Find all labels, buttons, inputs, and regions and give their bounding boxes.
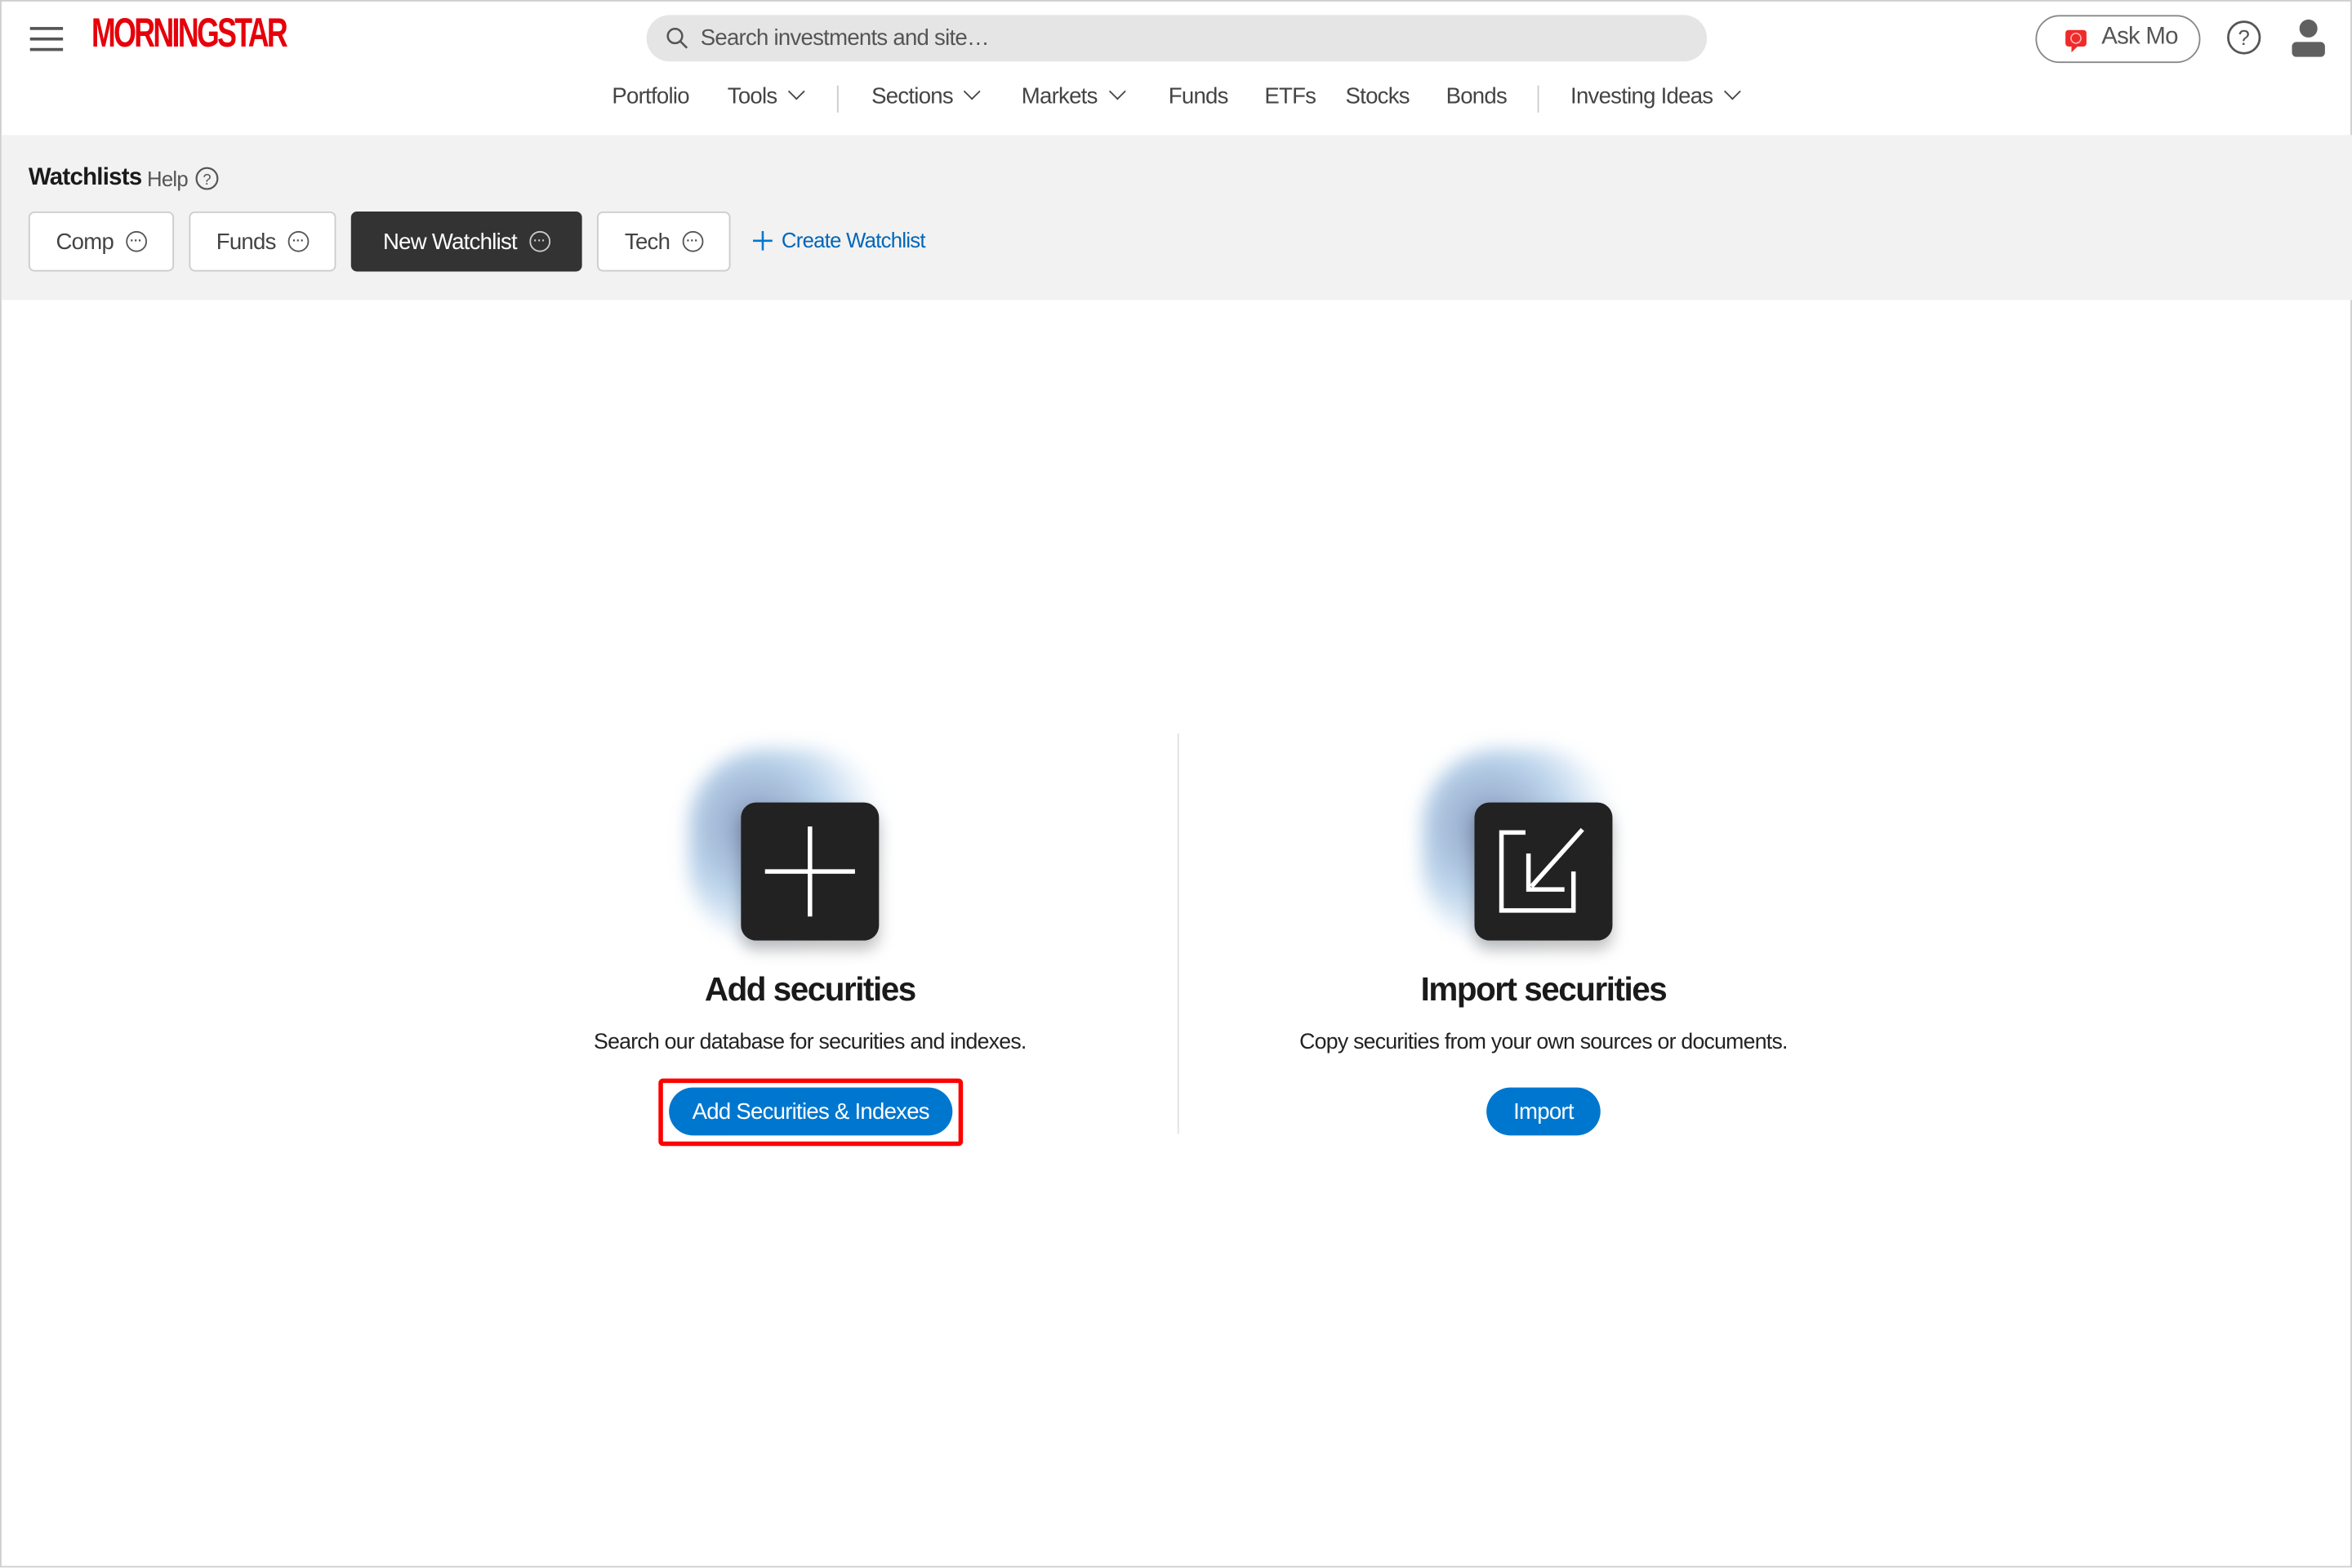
nav-divider — [836, 85, 839, 113]
watchlist-tab-new-watchlist[interactable]: New Watchlist ··· — [350, 211, 582, 272]
more-options-icon[interactable]: ··· — [125, 230, 147, 252]
watchlist-tab-comp[interactable]: Comp ··· — [28, 211, 175, 272]
nav-sections[interactable]: Sections — [871, 82, 982, 110]
search-input[interactable]: Search investments and site… — [646, 15, 1708, 62]
create-watchlist-label: Create Watchlist — [781, 228, 926, 252]
svg-text:?: ? — [2238, 27, 2250, 50]
nav-divider — [1537, 85, 1539, 113]
svg-text:?: ? — [203, 171, 212, 188]
add-securities-description: Search our database for securities and i… — [594, 1030, 1027, 1055]
nav-bonds[interactable]: Bonds — [1446, 84, 1508, 109]
more-options-icon[interactable]: ··· — [287, 230, 310, 252]
nav-etfs[interactable]: ETFs — [1264, 84, 1316, 109]
nav-tools-label: Tools — [727, 83, 777, 110]
tab-label: Funds — [216, 229, 277, 255]
menu-icon[interactable] — [29, 20, 64, 59]
help-icon[interactable]: ? — [2226, 20, 2262, 56]
create-watchlist-link[interactable]: Create Watchlist — [753, 228, 926, 252]
nav-stocks[interactable]: Stocks — [1346, 84, 1410, 109]
plus-icon — [764, 826, 855, 917]
search-placeholder: Search investments and site… — [700, 25, 990, 51]
nav-markets[interactable]: Markets — [1021, 82, 1125, 110]
import-arrow-icon — [1499, 827, 1584, 913]
nav-sections-label: Sections — [871, 83, 954, 110]
nav-investing-ideas-label: Investing Ideas — [1570, 83, 1713, 110]
ask-mo-label: Ask Mo — [2101, 24, 2178, 50]
chevron-down-icon — [1723, 82, 1741, 100]
chevron-down-icon — [1108, 82, 1125, 100]
more-options-icon[interactable]: ··· — [528, 230, 550, 252]
watchlist-tab-tech[interactable]: Tech ··· — [597, 211, 731, 272]
plus-icon — [753, 229, 773, 250]
morningstar-logo[interactable]: MORNINGSTAR — [91, 11, 288, 57]
help-label: Help — [146, 166, 189, 191]
import-button[interactable]: Import — [1486, 1087, 1601, 1136]
add-securities-title: Add securities — [704, 970, 916, 1009]
tab-label: Comp — [56, 229, 114, 255]
watchlists-heading: Watchlists — [28, 165, 142, 191]
import-securities-description: Copy securities from your own sources or… — [1299, 1030, 1788, 1055]
page: MORNINGSTAR Search investments and site…… — [0, 0, 2352, 1568]
chevron-down-icon — [787, 82, 805, 100]
help-circle-icon: ? — [195, 167, 219, 190]
nav-markets-label: Markets — [1021, 83, 1098, 110]
help-link[interactable]: Help ? — [147, 167, 220, 190]
ask-mo-button[interactable]: Ask Mo — [2035, 15, 2201, 64]
card-divider — [1177, 733, 1179, 1134]
search-icon — [666, 27, 688, 49]
nav-funds[interactable]: Funds — [1169, 84, 1229, 109]
nav-investing-ideas[interactable]: Investing Ideas — [1570, 82, 1741, 110]
add-tile — [741, 802, 880, 941]
tab-label: New Watchlist — [383, 229, 518, 255]
add-securities-button[interactable]: Add Securities & Indexes — [669, 1087, 953, 1136]
import-tile — [1474, 802, 1613, 941]
tab-label: Tech — [624, 229, 670, 255]
more-options-icon[interactable]: ··· — [681, 230, 703, 252]
user-icon[interactable] — [2291, 18, 2327, 57]
chat-bubble-icon — [2065, 29, 2087, 53]
import-securities-title: Import securities — [1420, 970, 1668, 1009]
nav-portfolio[interactable]: Portfolio — [612, 84, 689, 109]
chevron-down-icon — [964, 82, 982, 100]
nav-tools[interactable]: Tools — [727, 82, 805, 110]
watchlist-tab-funds[interactable]: Funds ··· — [189, 211, 336, 272]
